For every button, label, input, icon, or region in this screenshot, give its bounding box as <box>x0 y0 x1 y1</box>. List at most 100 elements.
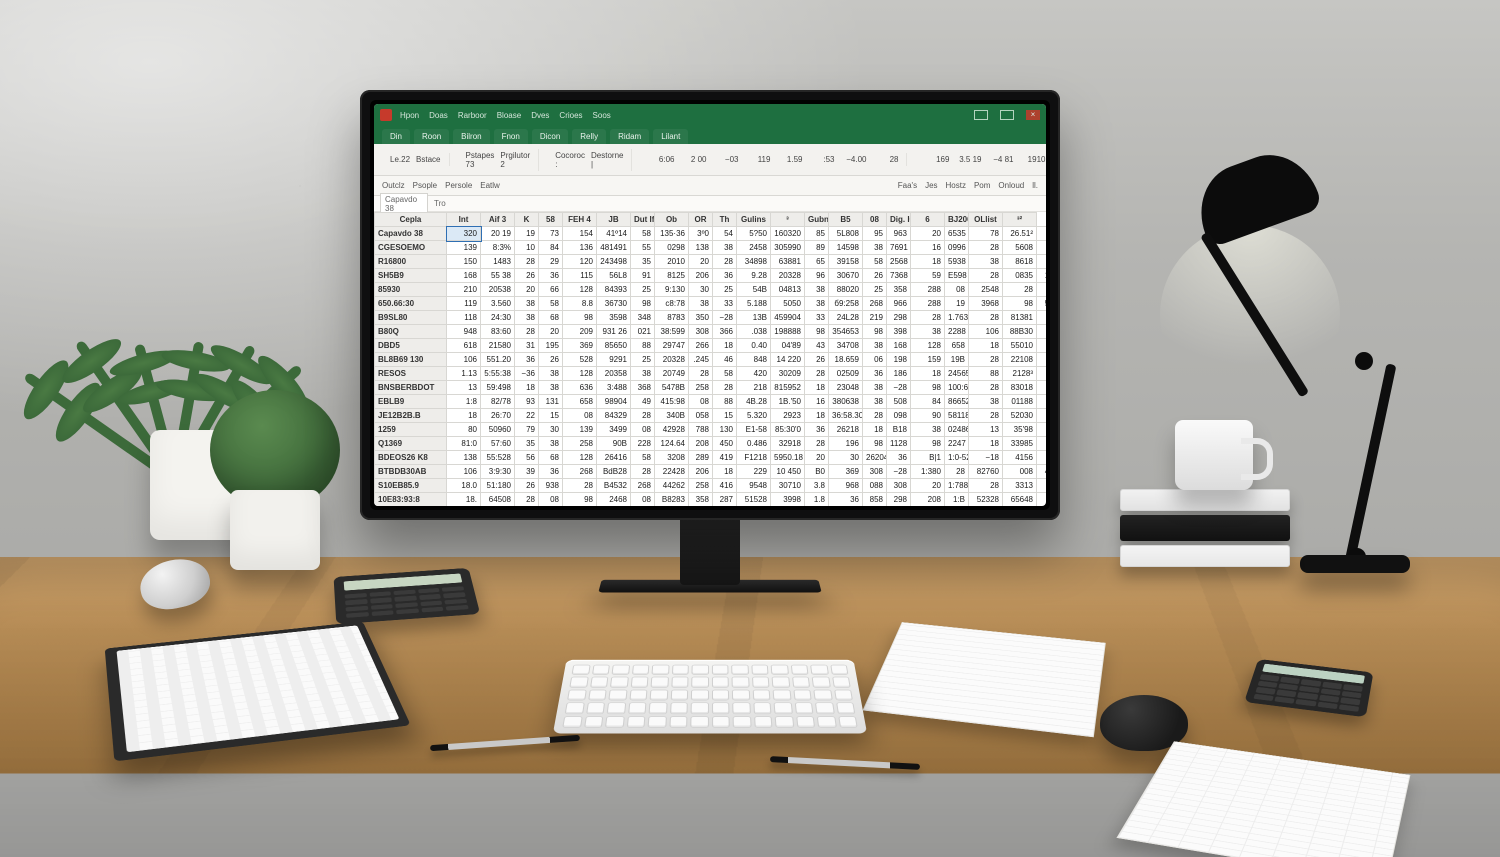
cell[interactable]: 26 <box>515 269 539 283</box>
cell[interactable]: 219 <box>863 311 887 325</box>
cell[interactable]: .245 <box>689 353 713 367</box>
cell[interactable]: 08 <box>631 423 655 437</box>
cell[interactable]: B18 <box>887 423 911 437</box>
column-header[interactable]: FEH 4 <box>563 213 597 227</box>
cell[interactable]: 51528 <box>737 493 771 507</box>
ribbon-subtab[interactable]: Pom <box>974 181 990 190</box>
cell[interactable]: 658 <box>945 339 969 353</box>
cell[interactable]: 79 <box>515 423 539 437</box>
cell[interactable]: 36 <box>887 451 911 465</box>
cell[interactable]: 3208 <box>655 451 689 465</box>
ribbon-tab[interactable]: Bilron <box>453 129 489 144</box>
cell[interactable]: 106 <box>447 353 481 367</box>
ribbon-subtab[interactable]: ll. <box>1032 181 1038 190</box>
cell[interactable]: 206 <box>689 465 713 479</box>
cell[interactable]: 18 <box>713 465 737 479</box>
cell[interactable]: 82/78 <box>481 395 515 409</box>
cell[interactable]: 54B <box>737 283 771 297</box>
cell[interactable]: 9:130 <box>655 283 689 297</box>
cell[interactable]: 581189 <box>945 409 969 423</box>
cell[interactable]: 38 <box>539 367 563 381</box>
cell[interactable]: 4:15.0 <box>1037 465 1047 479</box>
cell[interactable]: 2468 <box>597 493 631 507</box>
cell[interactable]: 128 <box>563 451 597 465</box>
cell[interactable]: 08 <box>945 283 969 297</box>
cell[interactable]: 33985 <box>1003 437 1037 451</box>
cell[interactable]: 30 <box>689 283 713 297</box>
cell[interactable]: 83018 <box>1003 381 1037 395</box>
cell[interactable]: 18 <box>911 255 945 269</box>
cell[interactable]: 1:380 <box>911 465 945 479</box>
cell[interactable]: 50960 <box>481 423 515 437</box>
cell[interactable]: 2010 <box>655 255 689 269</box>
row-header[interactable]: DBD5 <box>375 339 447 353</box>
formula-bar[interactable]: Capavdo 38 Tro <box>374 196 1046 212</box>
cell[interactable]: 28 <box>945 465 969 479</box>
cell[interactable]: 06 <box>863 353 887 367</box>
table-row[interactable]: DBD56182158031195369856508829747266180.4… <box>375 339 1047 353</box>
cell[interactable]: 3468 <box>1037 255 1047 269</box>
column-header[interactable]: B5 <box>829 213 863 227</box>
cell[interactable]: 419 <box>713 451 737 465</box>
cell[interactable]: 28 <box>969 353 1003 367</box>
cell[interactable]: 268 <box>863 297 887 311</box>
cell[interactable]: 36:58.30 <box>829 409 863 423</box>
cell[interactable]: 308 <box>689 325 713 339</box>
cell[interactable]: 368 <box>631 381 655 395</box>
cell[interactable]: 618 <box>447 339 481 353</box>
cell[interactable]: 5L808 <box>829 227 863 241</box>
cell[interactable]: 551.20 <box>481 353 515 367</box>
cell[interactable]: 168 <box>447 269 481 283</box>
cell[interactable]: 84329 <box>597 409 631 423</box>
cell[interactable]: 198888 <box>771 325 805 339</box>
row-header[interactable]: Capavdo 38 <box>375 227 447 241</box>
cell[interactable]: 1:B <box>945 493 969 507</box>
cell[interactable]: 1483 <box>481 255 515 269</box>
cell[interactable]: .038 <box>737 325 771 339</box>
cell[interactable]: 26:70 <box>481 409 515 423</box>
cell[interactable]: 208 <box>911 493 945 507</box>
cell[interactable]: 28 <box>631 465 655 479</box>
cell[interactable]: 1656 <box>1037 227 1047 241</box>
cell[interactable]: 34898 <box>737 255 771 269</box>
cell[interactable]: 14598 <box>829 241 863 255</box>
cell[interactable]: 01188 <box>1003 395 1037 409</box>
cell[interactable]: B|1 <box>911 451 945 465</box>
table-row[interactable]: R168001501483282912024349835201020283489… <box>375 255 1047 269</box>
column-header[interactable]: Ob <box>655 213 689 227</box>
spreadsheet-grid[interactable]: CeplaIntAif 3K58FEH 4JBDut IfObORThGulin… <box>374 212 1046 506</box>
cell[interactable]: 18 <box>805 409 829 423</box>
cell[interactable]: 28 <box>631 409 655 423</box>
cell[interactable]: 58 <box>539 297 563 311</box>
cell[interactable]: 35'98 <box>1003 423 1037 437</box>
cell[interactable]: 59 <box>911 269 945 283</box>
cell[interactable]: 021 <box>631 325 655 339</box>
cell[interactable]: 25 <box>713 283 737 297</box>
cell[interactable]: 1:8 <box>447 395 481 409</box>
cell[interactable]: 5.320 <box>737 409 771 423</box>
cell[interactable]: −28 <box>887 381 911 395</box>
cell[interactable]: 88 <box>713 395 737 409</box>
cell[interactable]: 136 <box>563 241 597 255</box>
cell[interactable]: 25 <box>631 283 655 297</box>
row-header[interactable]: RESOS <box>375 367 447 381</box>
cell[interactable]: 258 <box>689 479 713 493</box>
row-header[interactable]: JE12B2B.B <box>375 409 447 423</box>
cell[interactable]: 450 <box>713 437 737 451</box>
spreadsheet-app[interactable]: Hpon Doas Rarboor Bloase Dves Crioes Soo… <box>374 104 1046 506</box>
cell[interactable]: 2923 <box>771 409 805 423</box>
cell[interactable]: 369 <box>829 465 863 479</box>
cell[interactable]: 15 <box>713 409 737 423</box>
cell[interactable]: 38 <box>539 381 563 395</box>
cell[interactable]: 36 <box>539 465 563 479</box>
cell[interactable]: 0.40 <box>737 339 771 353</box>
cell[interactable]: 348 <box>631 311 655 325</box>
cell[interactable]: 358 <box>887 283 911 297</box>
cell[interactable]: 26218 <box>829 423 863 437</box>
cell[interactable]: 128 <box>563 367 597 381</box>
cell[interactable]: 332 <box>1037 479 1047 493</box>
cell[interactable]: 85650 <box>597 339 631 353</box>
cell[interactable]: 9.28 <box>737 269 771 283</box>
maximize-button[interactable] <box>1000 110 1014 120</box>
cell[interactable]: 56 <box>515 451 539 465</box>
